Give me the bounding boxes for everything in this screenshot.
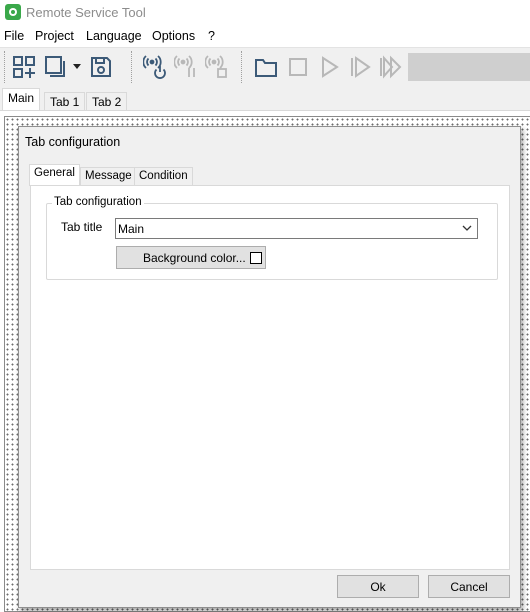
ok-button[interactable]: Ok xyxy=(337,575,419,598)
window-title: Remote Service Tool xyxy=(26,5,146,20)
step-icon[interactable] xyxy=(348,55,372,79)
menu-options[interactable]: Options xyxy=(152,29,195,43)
tab-tab-2[interactable]: Tab 2 xyxy=(86,92,128,111)
tab-message[interactable]: Message xyxy=(80,167,137,186)
toolbar xyxy=(0,47,530,86)
general-tab-panel: Tab configuration Tab title Main Backgro… xyxy=(30,185,510,570)
menu-file[interactable]: File xyxy=(4,29,24,43)
dialog-title: Tab configuration xyxy=(25,135,121,149)
background-color-label: Background color... xyxy=(143,251,246,265)
toolbar-separator xyxy=(241,51,242,83)
toolbar-progress-bar xyxy=(408,53,530,81)
connect-power-icon[interactable] xyxy=(143,55,167,79)
toolbar-separator xyxy=(4,51,5,83)
tab-title-label: Tab title xyxy=(61,220,103,234)
save-disk-icon[interactable] xyxy=(89,55,113,79)
tab-tab-1[interactable]: Tab 1 xyxy=(44,92,86,111)
cancel-button[interactable]: Cancel xyxy=(428,575,510,598)
menu-help[interactable]: ? xyxy=(208,29,215,43)
tab-general[interactable]: General xyxy=(29,164,80,186)
menu-bar: File Project Language Options ? xyxy=(0,25,530,47)
group-label: Tab configuration xyxy=(52,196,144,208)
fast-forward-icon[interactable] xyxy=(379,55,403,79)
chevron-down-icon[interactable] xyxy=(461,222,473,234)
pause-signal-icon[interactable] xyxy=(174,55,198,79)
color-swatch xyxy=(250,252,262,264)
tab-title-value: Main xyxy=(118,222,145,236)
stop-signal-icon[interactable] xyxy=(205,55,229,79)
tab-condition[interactable]: Condition xyxy=(134,167,193,186)
folder-icon[interactable] xyxy=(254,55,278,79)
tab-configuration-group: Tab configuration Tab title Main Backgro… xyxy=(46,196,498,280)
tab-title-combobox[interactable]: Main xyxy=(115,218,478,239)
tab-main[interactable]: Main xyxy=(2,88,41,111)
toolbar-separator xyxy=(131,51,132,83)
cancel-label: Cancel xyxy=(450,580,488,594)
main-tab-strip: Tab 1 Tab 2 Main xyxy=(0,86,530,111)
window-dropdown-icon[interactable] xyxy=(44,55,68,79)
background-color-button[interactable]: Background color... xyxy=(116,246,266,269)
stop-icon[interactable] xyxy=(286,55,310,79)
app-logo-icon xyxy=(5,4,21,20)
ok-label: Ok xyxy=(370,580,386,594)
menu-language[interactable]: Language xyxy=(86,29,142,43)
title-bar: Remote Service Tool xyxy=(0,0,530,25)
play-icon[interactable] xyxy=(317,55,341,79)
chevron-down-icon[interactable] xyxy=(73,64,81,70)
menu-project[interactable]: Project xyxy=(35,29,74,43)
add-grid-icon[interactable] xyxy=(12,55,36,79)
tab-configuration-dialog: Tab configuration Message Condition Gene… xyxy=(18,126,521,608)
